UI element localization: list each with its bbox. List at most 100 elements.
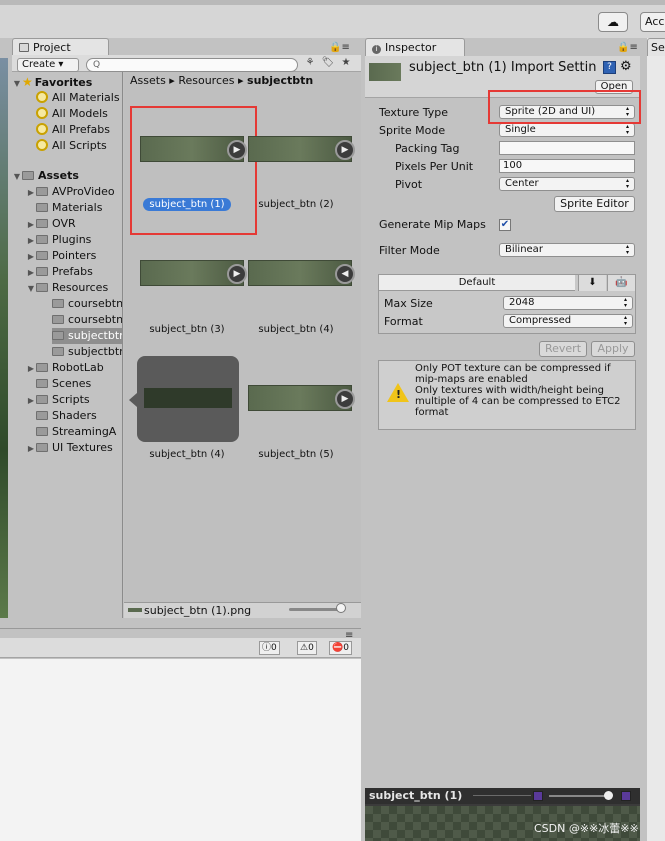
label-tag-icon[interactable]: 🏷 [320,56,336,70]
scene-view-strip [0,58,8,618]
warning-line: format [415,407,449,418]
star-icon: ★ [22,75,33,89]
folder-icon [36,283,48,292]
tree-item-favorite[interactable]: All Scripts [36,138,107,154]
tree-item-favorite[interactable]: All Models [36,106,108,122]
warning-count-badge[interactable]: ⚠0 [297,641,317,655]
breadcrumb-item[interactable]: subjectbtn [247,74,313,87]
tree-folder[interactable]: ▶ Pointers [26,248,96,264]
sprite-mode-dropdown[interactable]: Single [499,123,635,137]
tree-folder[interactable]: subjectbtn [52,344,122,360]
tree-folder[interactable]: coursebtn [52,312,122,328]
cloud-icon[interactable]: ☁ [598,12,628,32]
tab-services[interactable]: Se [647,38,665,56]
filter-mode-dropdown[interactable]: Bilinear [499,243,635,257]
tree-folder[interactable]: StreamingA [36,424,116,440]
info-count-badge[interactable]: ⓘ0 [259,641,280,655]
asset-thumbnail[interactable]: ◀ [248,260,355,286]
highlight-box [130,106,257,235]
generate-mipmaps-label: Generate Mip Maps [379,218,486,231]
tree-folder[interactable]: ▶ AVProVideo [26,184,115,200]
breadcrumb-item[interactable]: Assets [130,74,166,87]
asset-thumbnail[interactable]: ▶ [248,136,355,162]
tree-item-favorite[interactable]: All Prefabs [36,122,110,138]
format-dropdown[interactable]: Compressed [503,314,633,328]
folder-icon [36,427,48,436]
tree-folder-selected[interactable]: subjectbtn [52,328,122,344]
channel-toggle-icon[interactable] [533,791,543,801]
lock-icon[interactable]: 🔒≡ [329,42,350,53]
breadcrumb-item[interactable]: Resources [178,74,234,87]
packing-tag-label: Packing Tag [395,142,460,155]
error-count-badge[interactable]: ⛔0 [329,641,352,655]
tab-inspector[interactable]: i Inspector [365,38,465,56]
max-size-dropdown[interactable]: 2048 [503,296,633,310]
tree-folder[interactable]: Scenes [36,376,91,392]
folder-icon [22,171,34,180]
warning-text: Only POT texture can be compressed if mi… [415,363,633,418]
texture-type-label: Texture Type [379,106,449,119]
folder-icon [36,251,48,260]
tree-folder[interactable]: coursebtn [52,296,122,312]
asset-thumbnail[interactable]: ▶ [248,385,355,411]
search-input[interactable]: Q [86,58,298,72]
gear-icon[interactable]: ⚙ [620,59,632,74]
create-button[interactable]: Create ▾ [17,58,79,72]
account-button[interactable]: Acc [640,12,665,32]
warning-line: mip-maps are enabled [415,374,528,385]
folder-icon [36,187,48,196]
tree-folder[interactable]: Materials [36,200,102,216]
mip-slider[interactable] [549,795,611,797]
tree-folder[interactable]: ▶ Prefabs [26,264,93,280]
asset-label[interactable]: subject_btn (4) [241,324,351,335]
help-icon[interactable]: ? [603,61,616,74]
tree-folder[interactable]: ▶ Scripts [26,392,90,408]
tree-folder[interactable]: ▶ Plugins [26,232,91,248]
pixels-per-unit-field[interactable]: 100 [499,159,635,173]
watermark: CSDN @※※冰蕾※※ [534,822,639,835]
tree-folder[interactable]: ▼ Resources [26,280,108,296]
tree-favorites[interactable]: ▼ ★ Favorites [12,74,92,90]
tree-assets[interactable]: ▼ Assets [12,168,79,184]
tree-folder[interactable]: ▶ OVR [26,216,76,232]
packing-tag-field[interactable] [499,141,635,155]
pivot-dropdown[interactable]: Center [499,177,635,191]
android-icon[interactable]: 🤖 [607,275,635,291]
popup-arrow [129,393,137,407]
console-toolbar: ⓘ0 ⚠0 ⛔0 [0,638,361,658]
download-icon[interactable]: ⬇ [578,275,606,291]
revert-button[interactable]: Revert [539,341,587,357]
lock-icon[interactable]: 🔒≡ [617,42,638,53]
star-icon[interactable]: ★ [338,56,354,70]
console-log-list[interactable] [0,659,361,841]
tree-folder[interactable]: ▶ UI Textures [26,440,113,456]
alpha-toggle-icon[interactable] [621,791,631,801]
asset-thumbnail[interactable]: ▶ [140,260,247,286]
tree-folder[interactable]: Shaders [36,408,97,424]
folder-icon [36,267,48,276]
folder-icon [36,363,48,372]
apply-button[interactable]: Apply [591,341,635,357]
mip-slider-handle[interactable] [604,791,613,800]
folder-icon [52,315,64,324]
tab-project[interactable]: Project [12,38,109,56]
warning-line: Only textures with width/height being [415,385,604,396]
generate-mipmaps-checkbox[interactable]: ✔ [499,219,511,231]
play-icon: ◀ [335,264,355,284]
asset-label[interactable]: subject_btn (5) [241,449,351,460]
asset-thumbnail-expanded[interactable] [137,356,239,442]
search-icon [36,123,48,135]
search-icon [36,139,48,151]
asset-label[interactable]: subject_btn (4) [132,449,242,460]
asset-label[interactable]: subject_btn (3) [132,324,242,335]
filter-type-icon[interactable]: ⚘ [302,56,318,70]
project-tree: ▼ ★ Favorites All Materials All Models All… [12,72,123,618]
breadcrumb: Assets ▸ Resources ▸ subjectbtn [130,74,314,87]
asset-label[interactable]: subject_btn (2) [241,199,351,210]
zoom-slider-handle[interactable] [336,603,346,613]
tree-folder[interactable]: ▶ RobotLab [26,360,104,376]
tree-item-favorite[interactable]: All Materials [36,90,120,106]
sprite-editor-button[interactable]: Sprite Editor [554,196,635,212]
tab-default-platform[interactable]: Default [379,275,575,291]
folder-icon [19,43,29,52]
